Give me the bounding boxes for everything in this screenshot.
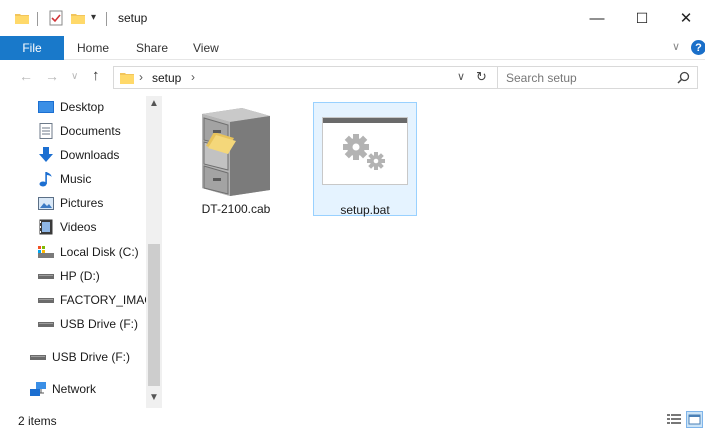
sidebar-item-label: Documents	[60, 124, 121, 138]
music-icon	[38, 171, 54, 187]
details-view-icon[interactable]	[667, 413, 681, 426]
local-disk-icon	[38, 244, 54, 260]
separator	[106, 12, 107, 26]
large-icons-view-icon[interactable]	[686, 411, 703, 428]
usb-drive-icon	[30, 349, 46, 365]
sidebar-item-usb-drive-f[interactable]: USB Drive (F:)	[38, 314, 138, 334]
recent-locations-icon[interactable]: ∨	[71, 71, 78, 82]
up-button[interactable]: ↑	[92, 67, 100, 84]
batch-file-icon	[322, 117, 408, 188]
chevron-right-icon[interactable]: ›	[139, 70, 143, 84]
file-name: DT-2100.cab	[201, 202, 271, 216]
chevron-down-icon[interactable]: ∨	[457, 70, 465, 83]
item-count: 2 items	[18, 414, 57, 428]
tab-home[interactable]: Home	[77, 41, 109, 55]
separator	[37, 12, 38, 26]
refresh-icon[interactable]: ↻	[476, 69, 487, 85]
downloads-icon	[38, 147, 54, 163]
sidebar-item-label: Music	[60, 172, 92, 186]
properties-icon[interactable]	[48, 10, 64, 28]
tab-view[interactable]: View	[193, 41, 219, 55]
cabinet-file-icon	[198, 108, 272, 199]
sidebar-item-label: FACTORY_IMAG	[60, 293, 154, 307]
sidebar-item-desktop[interactable]: Desktop	[38, 97, 104, 117]
sidebar-item-hp-d[interactable]: HP (D:)	[38, 266, 100, 286]
sidebar-item-videos[interactable]: Videos	[38, 217, 96, 237]
window-title: setup	[118, 11, 148, 25]
sidebar-item-label: Pictures	[60, 196, 104, 210]
sidebar-item-network[interactable]: Network	[30, 379, 96, 399]
sidebar-item-label: Local Disk (C:)	[60, 245, 139, 259]
scrollbar-thumb[interactable]	[148, 244, 160, 386]
status-bar: 2 items	[0, 408, 705, 432]
navigation-pane: Desktop Documents Downloads Music Pictur…	[0, 96, 162, 408]
address-bar[interactable]: › setup › ∨ ↻	[113, 66, 498, 89]
title-bar: ▾ setup — ☐ ✕	[0, 0, 705, 36]
desktop-icon	[38, 99, 54, 115]
new-folder-icon[interactable]	[70, 10, 86, 28]
sidebar-item-label: Downloads	[60, 148, 120, 162]
sidebar-item-local-disk-c[interactable]: Local Disk (C:)	[38, 242, 139, 262]
documents-icon	[38, 123, 54, 139]
search-icon[interactable]	[677, 71, 690, 87]
tab-file[interactable]: File	[0, 36, 64, 60]
sidebar-item-label: HP (D:)	[60, 269, 100, 283]
drive-icon	[38, 268, 54, 284]
ribbon-tabs: File Home Share View ∨ ?	[0, 36, 705, 60]
customize-toolbar-icon[interactable]: ▾	[91, 12, 96, 30]
file-name: setup.bat	[340, 203, 390, 217]
file-item-cab[interactable]: DT-2100.cab	[184, 102, 288, 216]
sidebar-item-label: Network	[52, 382, 97, 396]
network-icon	[30, 381, 46, 397]
back-button[interactable]: ←	[19, 68, 33, 84]
search-input[interactable]: Search setup	[506, 71, 577, 85]
drive-icon	[38, 292, 54, 308]
forward-button[interactable]: →	[45, 68, 59, 84]
sidebar-item-label: Desktop	[60, 100, 105, 114]
sidebar-item-label: USB Drive (F:)	[52, 350, 130, 364]
search-box[interactable]: Search setup	[497, 66, 698, 89]
maximize-button[interactable]: ☐	[619, 0, 665, 36]
breadcrumb-setup[interactable]: setup	[152, 71, 181, 85]
sidebar-item-label: Videos	[60, 220, 97, 234]
expand-ribbon-icon[interactable]: ∨	[672, 40, 680, 53]
folder-icon	[119, 70, 135, 88]
help-icon[interactable]: ?	[691, 40, 705, 55]
usb-drive-icon	[38, 316, 54, 332]
pictures-icon	[38, 195, 54, 211]
sidebar-item-label: USB Drive (F:)	[60, 317, 138, 331]
close-button[interactable]: ✕	[663, 0, 705, 36]
sidebar-item-factory-image[interactable]: FACTORY_IMAG	[38, 290, 154, 310]
videos-icon	[38, 219, 54, 235]
sidebar-item-music[interactable]: Music	[38, 169, 91, 189]
scroll-up-icon[interactable]: ▲	[149, 98, 159, 109]
sidebar-item-pictures[interactable]: Pictures	[38, 193, 103, 213]
file-item-bat[interactable]: setup.bat	[313, 102, 417, 217]
minimize-button[interactable]: —	[574, 0, 620, 36]
sidebar-item-downloads[interactable]: Downloads	[38, 145, 119, 165]
chevron-right-icon[interactable]: ›	[191, 70, 195, 84]
sidebar-item-usb-drive-f-root[interactable]: USB Drive (F:)	[30, 347, 130, 367]
sidebar-item-documents[interactable]: Documents	[38, 121, 121, 141]
scroll-down-icon[interactable]: ▼	[149, 392, 159, 403]
folder-icon[interactable]	[14, 10, 30, 28]
tab-share[interactable]: Share	[136, 41, 168, 55]
